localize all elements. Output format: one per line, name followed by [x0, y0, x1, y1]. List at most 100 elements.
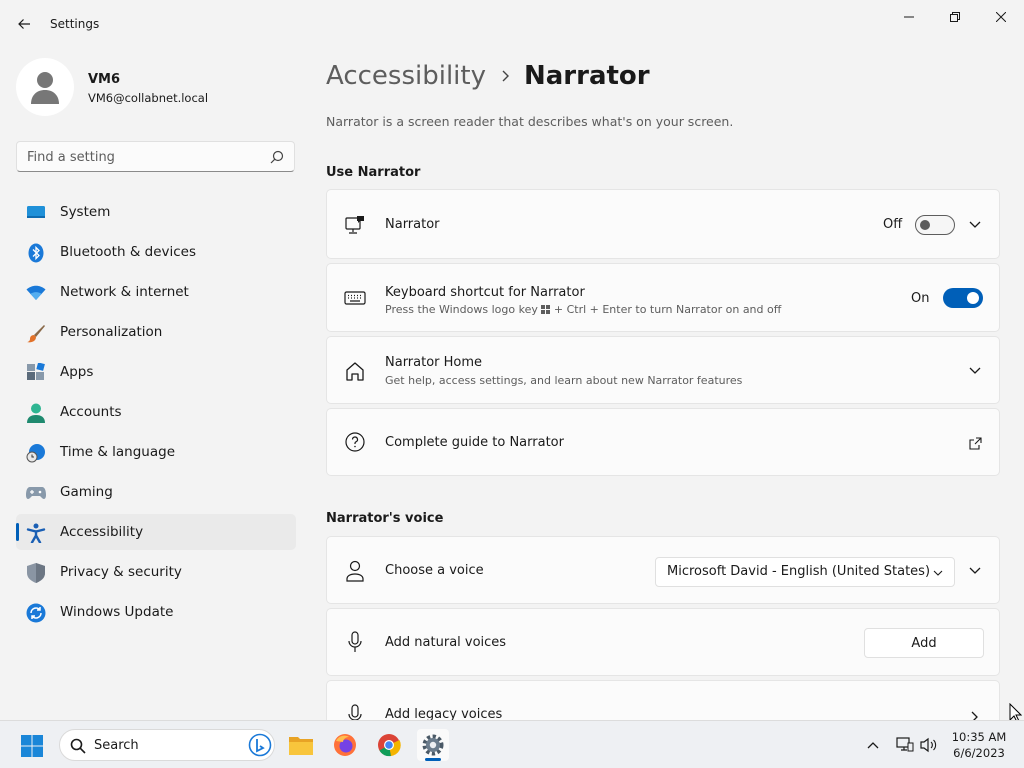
- wifi-icon: [26, 283, 46, 303]
- page-description: Narrator is a screen reader that describ…: [326, 114, 734, 129]
- sidebar-nav: System Bluetooth & devices Network & int…: [16, 194, 296, 634]
- sidebar-item-personalization[interactable]: Personalization: [16, 314, 296, 350]
- firefox-taskbar-button[interactable]: [329, 729, 361, 761]
- keyboard-icon: [343, 286, 367, 310]
- windows-logo-icon: [541, 305, 551, 314]
- apps-icon: [26, 363, 46, 383]
- chrome-taskbar-button[interactable]: [373, 729, 405, 761]
- taskbar: Search 10:35 AM 6/6/2023: [0, 720, 1024, 768]
- user-profile[interactable]: VM6 VM6@collabnet.local: [16, 58, 296, 118]
- narrator-title: Narrator: [385, 217, 440, 232]
- natural-voices-title: Add natural voices: [385, 635, 507, 650]
- chevron-down-icon: [933, 570, 943, 576]
- firefox-icon: [334, 734, 356, 756]
- sidebar-item-privacy-security[interactable]: Privacy & security: [16, 554, 296, 590]
- breadcrumb-parent-link[interactable]: Accessibility: [326, 61, 486, 91]
- sidebar-item-time-language[interactable]: Time & language: [16, 434, 296, 470]
- person-icon: [26, 403, 46, 423]
- minimize-button[interactable]: [886, 4, 932, 30]
- search-input[interactable]: [27, 148, 257, 166]
- narrator-state-label: Off: [883, 217, 903, 232]
- voice-select[interactable]: Microsoft David - English (United States…: [655, 557, 955, 587]
- chrome-icon: [378, 734, 401, 757]
- section-title-use-narrator: Use Narrator: [326, 165, 421, 180]
- voice-select-value: Microsoft David - English (United States…: [667, 564, 931, 579]
- natural-voices-card: Add natural voices Add: [326, 608, 1000, 676]
- person-avatar-icon: [31, 72, 59, 104]
- monitor-icon: [26, 203, 46, 223]
- search-icon: [270, 150, 284, 164]
- close-button[interactable]: [978, 4, 1024, 30]
- narrator-toggle[interactable]: [915, 215, 955, 235]
- add-natural-voices-button[interactable]: Add: [864, 628, 984, 658]
- home-icon: [343, 359, 367, 383]
- keyboard-shortcut-state-label: On: [911, 291, 930, 306]
- shield-icon: [26, 563, 46, 583]
- chevron-down-icon[interactable]: [967, 363, 983, 379]
- taskbar-search[interactable]: Search: [59, 729, 275, 761]
- sidebar-item-label: Apps: [60, 364, 94, 380]
- sidebar-item-label: Time & language: [60, 444, 176, 460]
- gamepad-icon: [26, 483, 46, 503]
- minimize-icon: [904, 16, 914, 18]
- title-bar: Settings: [0, 0, 1024, 48]
- keyboard-shortcut-title: Keyboard shortcut for Narrator: [385, 285, 585, 300]
- globe-clock-icon: [26, 443, 46, 463]
- choose-voice-title: Choose a voice: [385, 563, 484, 578]
- maximize-button[interactable]: [932, 4, 978, 30]
- keyboard-shortcut-toggle[interactable]: [943, 288, 983, 308]
- back-button[interactable]: [12, 12, 36, 36]
- chevron-down-icon[interactable]: [967, 563, 983, 579]
- sidebar-item-label: Personalization: [60, 324, 163, 340]
- narrator-home-title: Narrator Home: [385, 355, 483, 370]
- complete-guide-card[interactable]: Complete guide to Narrator: [326, 408, 1000, 476]
- find-setting-search[interactable]: [16, 141, 295, 172]
- close-icon: [996, 12, 1006, 22]
- settings-taskbar-button[interactable]: [417, 729, 449, 761]
- chevron-down-icon[interactable]: [967, 217, 983, 233]
- keyboard-shortcut-subtitle: Press the Windows logo key + Ctrl + Ente…: [385, 303, 782, 316]
- external-link-icon[interactable]: [967, 435, 983, 451]
- accessibility-icon: [26, 523, 46, 543]
- sidebar-item-accounts[interactable]: Accounts: [16, 394, 296, 430]
- sidebar-item-system[interactable]: System: [16, 194, 296, 230]
- windows-start-icon[interactable]: [20, 734, 44, 758]
- file-explorer-taskbar-button[interactable]: [285, 729, 317, 761]
- sidebar-item-label: Network & internet: [60, 284, 189, 300]
- sidebar-item-apps[interactable]: Apps: [16, 354, 296, 390]
- network-icon[interactable]: [896, 736, 914, 754]
- sidebar-item-label: Privacy & security: [60, 564, 182, 580]
- narrator-home-card[interactable]: Narrator Home Get help, access settings,…: [326, 336, 1000, 404]
- sidebar-item-gaming[interactable]: Gaming: [16, 474, 296, 510]
- update-icon: [26, 603, 46, 623]
- taskbar-search-label: Search: [94, 738, 139, 753]
- sidebar-item-accessibility[interactable]: Accessibility: [16, 514, 296, 550]
- bing-icon[interactable]: [248, 733, 272, 757]
- sidebar-item-label: Windows Update: [60, 604, 174, 620]
- sidebar-item-label: Accessibility: [60, 524, 144, 540]
- sidebar-item-windows-update[interactable]: Windows Update: [16, 594, 296, 630]
- clock-time: 10:35 AM: [951, 730, 1007, 744]
- chevron-up-icon[interactable]: [864, 736, 882, 754]
- volume-icon[interactable]: [920, 736, 938, 754]
- taskbar-clock[interactable]: 10:35 AM 6/6/2023: [944, 729, 1014, 761]
- search-icon: [70, 738, 86, 754]
- restore-icon: [950, 12, 960, 22]
- narrator-card[interactable]: Narrator Off: [326, 189, 1000, 259]
- brush-icon: [26, 323, 46, 343]
- person-voice-icon: [343, 559, 367, 583]
- narrator-icon: [343, 213, 367, 237]
- user-email: VM6@collabnet.local: [88, 91, 209, 105]
- microphone-icon: [343, 630, 367, 654]
- sidebar-item-network[interactable]: Network & internet: [16, 274, 296, 310]
- page-title: Narrator: [524, 61, 650, 91]
- sidebar-item-bluetooth[interactable]: Bluetooth & devices: [16, 234, 296, 270]
- chevron-right-icon: [500, 70, 510, 82]
- sidebar-item-label: Accounts: [60, 404, 122, 420]
- sidebar-item-label: Gaming: [60, 484, 113, 500]
- sidebar-item-label: Bluetooth & devices: [60, 244, 197, 260]
- window-title: Settings: [50, 17, 100, 31]
- bluetooth-icon: [26, 243, 46, 263]
- keyboard-shortcut-card: Keyboard shortcut for Narrator Press the…: [326, 263, 1000, 332]
- complete-guide-title: Complete guide to Narrator: [385, 435, 564, 450]
